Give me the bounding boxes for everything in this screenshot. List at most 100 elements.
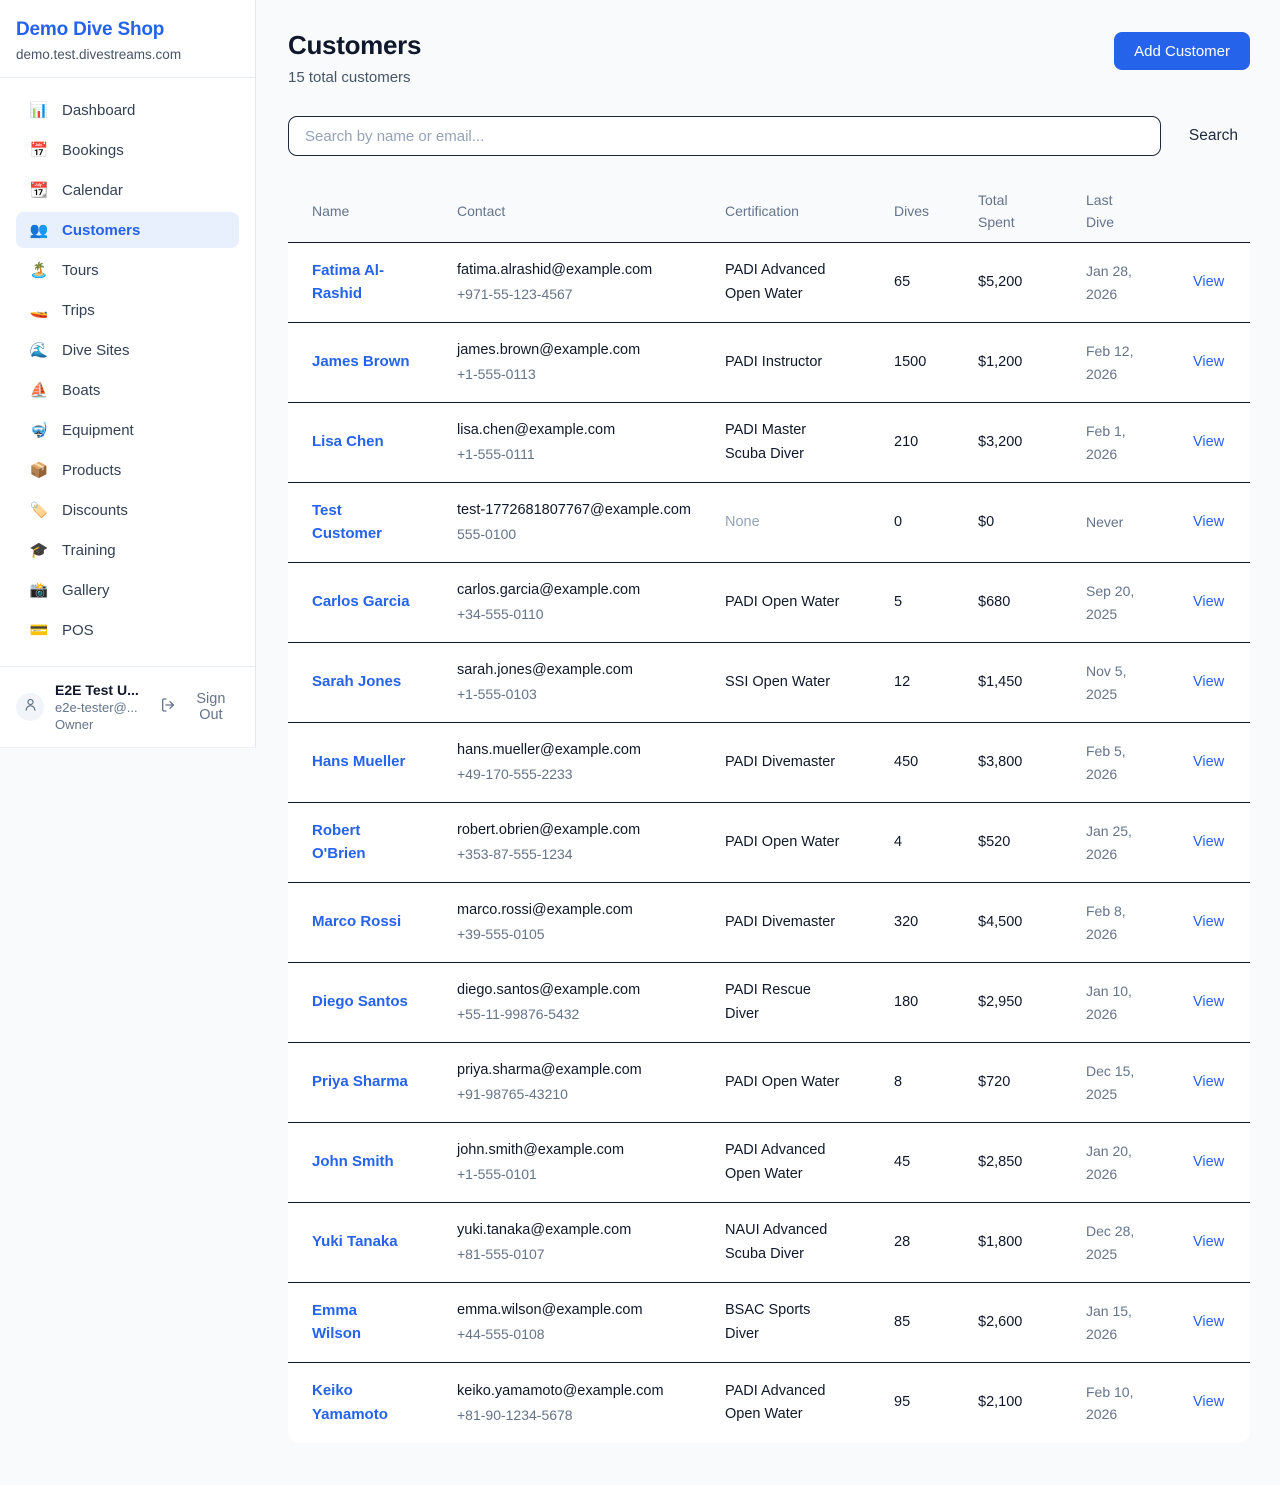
sidebar-item-calendar[interactable]: 📆 Calendar [16, 172, 239, 208]
user-meta: E2E Test U... e2e-tester@... Owner [55, 682, 143, 732]
customer-phone: +1-555-0103 [457, 683, 711, 705]
customer-total-spent: $1,800 [978, 1231, 1086, 1254]
sidebar-item-dashboard[interactable]: 📊 Dashboard [16, 92, 239, 128]
brand-header: Demo Dive Shop demo.test.divestreams.com [0, 0, 255, 78]
view-customer-link[interactable]: View [1193, 434, 1224, 450]
search-button[interactable]: Search [1161, 127, 1250, 145]
sidebar-item-customers[interactable]: 👥 Customers [16, 212, 239, 248]
view-customer-link[interactable]: View [1193, 1074, 1224, 1090]
customer-last-dive: Sep 20, 2025 [1086, 580, 1172, 625]
page-title: Customers [288, 30, 421, 61]
customer-name-link[interactable]: Lisa Chen [312, 430, 384, 453]
add-customer-button[interactable]: Add Customer [1114, 32, 1250, 70]
sidebar-item-boats[interactable]: ⛵ Boats [16, 372, 239, 408]
customer-total-spent: $520 [978, 831, 1086, 854]
customer-total-spent: $2,100 [978, 1391, 1086, 1414]
sidebar-item-gallery[interactable]: 📸 Gallery [16, 572, 239, 608]
view-customer-link[interactable]: View [1193, 1314, 1224, 1330]
customer-last-dive: Dec 15, 2025 [1086, 1060, 1172, 1105]
view-customer-link[interactable]: View [1193, 274, 1224, 290]
page-header: Customers 15 total customers Add Custome… [288, 30, 1250, 86]
customer-email: yuki.tanaka@example.com [457, 1219, 711, 1242]
customer-name-link[interactable]: Diego Santos [312, 990, 408, 1013]
sidebar-item-pos[interactable]: 💳 POS [16, 612, 239, 648]
sidebar-item-dive-sites[interactable]: 🌊 Dive Sites [16, 332, 239, 368]
customer-name-link[interactable]: Keiko Yamamoto [312, 1379, 410, 1426]
view-customer-link[interactable]: View [1193, 354, 1224, 370]
brand-domain: demo.test.divestreams.com [16, 47, 239, 62]
search-input[interactable] [288, 116, 1161, 156]
customer-last-dive: Jan 25, 2026 [1086, 820, 1172, 865]
customer-name-link[interactable]: John Smith [312, 1150, 394, 1173]
sidebar-item-products[interactable]: 📦 Products [16, 452, 239, 488]
table-row: Priya Sharma priya.sharma@example.com +9… [288, 1043, 1250, 1123]
customer-certification: PADI Advanced Open Water [725, 259, 845, 305]
customer-certification: PADI Instructor [725, 351, 822, 374]
customer-phone: +971-55-123-4567 [457, 283, 711, 305]
customer-phone: +353-87-555-1234 [457, 843, 711, 865]
sailboat-icon: ⛵ [29, 381, 49, 399]
view-customer-link[interactable]: View [1193, 994, 1224, 1010]
customer-dives: 1500 [894, 351, 978, 374]
sidebar-item-trips[interactable]: 🚤 Trips [16, 292, 239, 328]
customer-email: test-1772681807767@example.com [457, 499, 711, 522]
wave-icon: 🌊 [29, 341, 49, 359]
sidebar-item-discounts[interactable]: 🏷️ Discounts [16, 492, 239, 528]
customer-name-link[interactable]: Robert O'Brien [312, 819, 410, 866]
column-header-dives: Dives [894, 201, 978, 223]
customer-email: sarah.jones@example.com [457, 659, 711, 682]
view-customer-link[interactable]: View [1193, 1394, 1224, 1410]
customer-total-spent: $1,200 [978, 351, 1086, 374]
customer-name-link[interactable]: James Brown [312, 350, 410, 373]
sidebar-nav: 📊 Dashboard 📅 Bookings 📆 Calendar 👥 Cust… [0, 78, 255, 666]
sign-out-button[interactable]: Sign Out [160, 691, 239, 723]
customer-dives: 450 [894, 751, 978, 774]
customer-name-link[interactable]: Fatima Al-Rashid [312, 259, 410, 306]
sidebar-item-training[interactable]: 🎓 Training [16, 532, 239, 568]
customer-email: emma.wilson@example.com [457, 1299, 711, 1322]
table-header-row: Name Contact Certification Dives Total S… [288, 181, 1250, 243]
customer-dives: 4 [894, 831, 978, 854]
view-customer-link[interactable]: View [1193, 594, 1224, 610]
customer-dives: 85 [894, 1311, 978, 1334]
customer-name-link[interactable]: Test Customer [312, 499, 410, 546]
sidebar-item-bookings[interactable]: 📅 Bookings [16, 132, 239, 168]
table-row: Sarah Jones sarah.jones@example.com +1-5… [288, 643, 1250, 723]
customers-table: Name Contact Certification Dives Total S… [288, 181, 1250, 1443]
customer-name-link[interactable]: Emma Wilson [312, 1299, 410, 1346]
customer-name-link[interactable]: Priya Sharma [312, 1070, 408, 1093]
customer-certification: PADI Master Scuba Diver [725, 419, 845, 465]
view-customer-link[interactable]: View [1193, 1234, 1224, 1250]
people-icon: 👥 [29, 221, 49, 239]
sidebar-item-equipment[interactable]: 🤿 Equipment [16, 412, 239, 448]
customer-email: marco.rossi@example.com [457, 899, 711, 922]
customer-name-link[interactable]: Hans Mueller [312, 750, 405, 773]
island-icon: 🏝️ [29, 261, 49, 279]
customer-phone: 555-0100 [457, 523, 711, 545]
customer-name-link[interactable]: Yuki Tanaka [312, 1230, 398, 1253]
customer-name-link[interactable]: Sarah Jones [312, 670, 401, 693]
view-customer-link[interactable]: View [1193, 514, 1224, 530]
view-customer-link[interactable]: View [1193, 1154, 1224, 1170]
customer-name-link[interactable]: Carlos Garcia [312, 590, 410, 613]
table-row: Diego Santos diego.santos@example.com +5… [288, 963, 1250, 1043]
avatar [16, 693, 44, 721]
page-heading-group: Customers 15 total customers [288, 30, 421, 86]
search-bar: Search [288, 116, 1250, 156]
user-name: E2E Test U... [55, 682, 143, 698]
column-header-certification: Certification [725, 201, 894, 223]
customer-name-link[interactable]: Marco Rossi [312, 910, 401, 933]
sign-out-label: Sign Out [183, 691, 239, 723]
view-customer-link[interactable]: View [1193, 914, 1224, 930]
customer-last-dive: Never [1086, 511, 1172, 533]
view-customer-link[interactable]: View [1193, 754, 1224, 770]
customer-phone: +1-555-0101 [457, 1163, 711, 1185]
customer-dives: 8 [894, 1071, 978, 1094]
view-customer-link[interactable]: View [1193, 834, 1224, 850]
customer-total-spent: $720 [978, 1071, 1086, 1094]
brand-name: Demo Dive Shop [16, 19, 239, 41]
customer-certification: PADI Divemaster [725, 911, 835, 934]
sidebar-item-tours[interactable]: 🏝️ Tours [16, 252, 239, 288]
customer-total-spent: $5,200 [978, 271, 1086, 294]
view-customer-link[interactable]: View [1193, 674, 1224, 690]
